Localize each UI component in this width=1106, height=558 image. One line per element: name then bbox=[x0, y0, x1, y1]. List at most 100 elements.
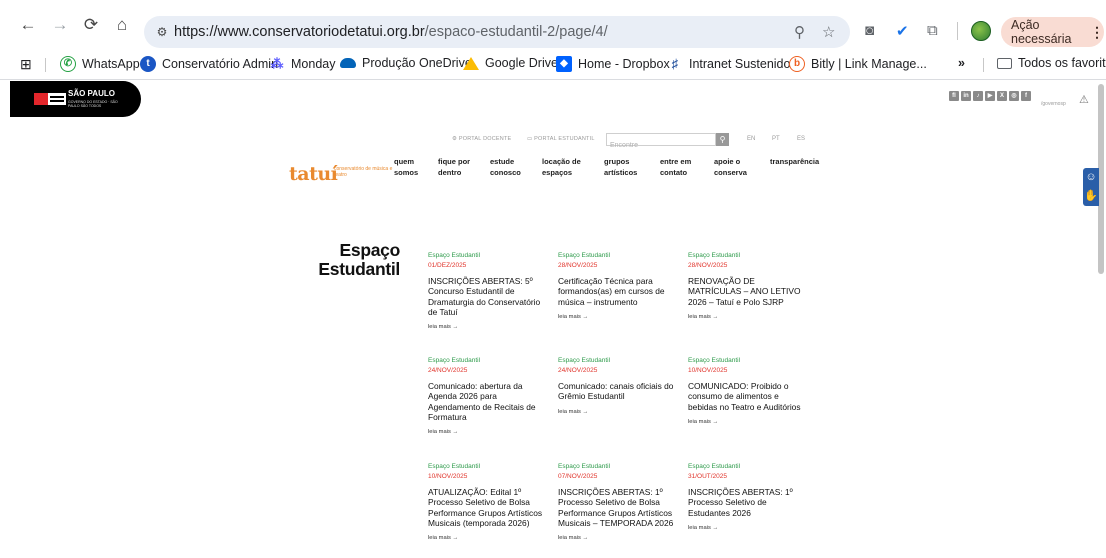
dropbox-icon: ◆ bbox=[556, 56, 572, 72]
post-category[interactable]: Espaço Estudantil bbox=[428, 252, 550, 260]
nav-locacao-de-espacos[interactable]: locação de espaços bbox=[542, 157, 581, 178]
bookmark-star-icon[interactable]: ☆ bbox=[822, 23, 835, 41]
read-more-link[interactable]: leia mais → bbox=[428, 324, 550, 330]
portal-estudantil-label: PORTAL ESTUDANTIL bbox=[534, 136, 595, 142]
portal-docente-link[interactable]: ⚙ PORTAL DOCENTE bbox=[452, 136, 511, 142]
zoom-icon[interactable]: ⚲ bbox=[794, 23, 805, 41]
post-card: Espaço Estudantil 28/NOV/2025 RENOVAÇÃO … bbox=[688, 252, 810, 320]
post-title[interactable]: RENOVAÇÃO DE MATRÍCULAS – ANO LETIVO 202… bbox=[688, 276, 810, 307]
nav-estude-conosco[interactable]: estude conosco bbox=[490, 157, 521, 178]
bookmark-label: WhatsApp bbox=[82, 57, 140, 71]
language-pt[interactable]: PT bbox=[772, 136, 780, 142]
post-category[interactable]: Espaço Estudantil bbox=[428, 463, 550, 471]
home-icon[interactable]: ⌂ bbox=[112, 14, 132, 34]
sp-logo-title: SÃO PAULO bbox=[68, 89, 115, 98]
all-favorites-folder[interactable]: Todos os favoritos bbox=[997, 56, 1106, 70]
post-title[interactable]: Comunicado: canais oficiais do Grêmio Es… bbox=[558, 381, 680, 402]
nav-fique-por-dentro[interactable]: fique por dentro bbox=[438, 157, 470, 178]
post-title[interactable]: Comunicado: abertura da Agenda 2026 para… bbox=[428, 381, 550, 422]
bookmarks-separator bbox=[983, 58, 984, 72]
more-bookmarks-button[interactable]: » bbox=[958, 56, 965, 70]
read-more-link[interactable]: leia mais → bbox=[688, 525, 810, 531]
social-handle: /governosp bbox=[1041, 101, 1066, 107]
portal-estudantil-link[interactable]: ▭ PORTAL ESTUDANTIL bbox=[527, 136, 595, 142]
flickr-icon[interactable]: fl bbox=[949, 91, 959, 101]
tatui-logo-subtitle: conservatório de música e teatro bbox=[334, 166, 393, 178]
sao-paulo-government-logo[interactable]: SÃO PAULO GOVERNO DO ESTADO · SÃO PAULO … bbox=[10, 81, 141, 117]
post-title[interactable]: INSCRIÇÕES ABERTAS: 1º Processo Seletivo… bbox=[558, 487, 680, 528]
post-category[interactable]: Espaço Estudantil bbox=[428, 357, 550, 365]
post-category[interactable]: Espaço Estudantil bbox=[688, 252, 810, 260]
post-category[interactable]: Espaço Estudantil bbox=[688, 463, 810, 471]
read-more-link[interactable]: leia mais → bbox=[558, 314, 680, 320]
back-arrow-icon[interactable]: ← bbox=[18, 14, 38, 34]
tatui-logo[interactable]: tatuí bbox=[289, 163, 338, 185]
bookmark-dropbox[interactable]: ◆ Home - Dropbox bbox=[556, 56, 670, 72]
post-card: Espaço Estudantil 31/OUT/2025 INSCRIÇÕES… bbox=[688, 463, 810, 531]
bookmark-label: Google Drive bbox=[485, 56, 558, 70]
bookmark-monday[interactable]: ⁂ Monday bbox=[269, 56, 336, 72]
language-en[interactable]: EN bbox=[747, 136, 755, 142]
nav-entre-em-contato[interactable]: entre em contato bbox=[660, 157, 691, 178]
x-icon[interactable]: X bbox=[997, 91, 1007, 101]
read-more-link[interactable]: leia mais → bbox=[428, 535, 550, 541]
checkmark-extension-icon[interactable]: ✔ bbox=[896, 22, 909, 40]
url-host: https://www.conservatoriodetatui.org.br bbox=[174, 24, 425, 40]
extensions-puzzle-icon[interactable]: ⧉ bbox=[927, 22, 938, 39]
ct-icon: t bbox=[140, 56, 156, 72]
post-date: 10/NOV/2025 bbox=[428, 473, 468, 480]
sign-language-icon[interactable]: ✋ bbox=[1083, 187, 1099, 206]
all-favorites-label: Todos os favoritos bbox=[1018, 56, 1106, 70]
linkedin-icon[interactable]: in bbox=[961, 91, 971, 101]
bookmark-conservatorio-admin[interactable]: t Conservatório Admin bbox=[140, 56, 278, 72]
tiktok-icon[interactable]: ♪ bbox=[973, 91, 983, 101]
action-needed-button[interactable]: Ação necessária ⋮ bbox=[1001, 17, 1104, 47]
profile-avatar-icon[interactable] bbox=[971, 21, 991, 41]
post-category[interactable]: Espaço Estudantil bbox=[558, 357, 680, 365]
bookmark-intranet-sustenidos[interactable]: ♯ Intranet Sustenidos bbox=[667, 56, 797, 72]
toolbar-separator bbox=[957, 22, 958, 40]
accessibility-person-icon[interactable]: ☺ bbox=[1083, 168, 1099, 187]
post-title[interactable]: Certificação Técnica para formandos(as) … bbox=[558, 276, 680, 307]
post-category[interactable]: Espaço Estudantil bbox=[688, 357, 810, 365]
bookmark-google-drive[interactable]: Google Drive bbox=[463, 56, 558, 70]
post-title[interactable]: INSCRIÇÕES ABERTAS: 1º Processo Seletivo… bbox=[688, 487, 810, 518]
post-title[interactable]: COMUNICADO: Proibido o consumo de alimen… bbox=[688, 381, 810, 412]
instagram-icon[interactable]: ◎ bbox=[1009, 91, 1019, 101]
apps-grid-icon[interactable]: ⊞ bbox=[20, 56, 32, 73]
address-bar[interactable]: ⚙ https://www.conservatoriodetatui.org.b… bbox=[144, 16, 850, 48]
site-info-icon[interactable]: ⚙ bbox=[152, 23, 172, 41]
post-category[interactable]: Espaço Estudantil bbox=[558, 252, 680, 260]
search-icon[interactable]: ⚲ bbox=[716, 133, 729, 146]
post-card: Espaço Estudantil 10/NOV/2025 COMUNICADO… bbox=[688, 357, 810, 425]
site-search-input[interactable] bbox=[607, 140, 715, 151]
facebook-icon[interactable]: f bbox=[1021, 91, 1031, 101]
post-date: 07/NOV/2025 bbox=[558, 473, 598, 480]
read-more-link[interactable]: leia mais → bbox=[428, 429, 550, 435]
bitly-icon: b bbox=[789, 56, 805, 72]
forward-arrow-icon[interactable]: → bbox=[50, 14, 70, 34]
post-category[interactable]: Espaço Estudantil bbox=[558, 463, 680, 471]
url-text[interactable]: https://www.conservatoriodetatui.org.br/… bbox=[174, 24, 608, 40]
bookmark-onedrive[interactable]: Produção OneDrive bbox=[340, 56, 472, 70]
language-es[interactable]: ES bbox=[797, 136, 805, 142]
reload-icon[interactable]: ⟳ bbox=[81, 14, 101, 34]
read-more-link[interactable]: leia mais → bbox=[688, 419, 810, 425]
post-title[interactable]: INSCRIÇÕES ABERTAS: 5º Concurso Estudant… bbox=[428, 276, 550, 317]
nav-quem-somos[interactable]: quem somos bbox=[394, 157, 418, 178]
site-search-field[interactable] bbox=[606, 133, 716, 151]
bookmark-bitly[interactable]: b Bitly | Link Manage... bbox=[789, 56, 927, 72]
accessibility-widget[interactable]: ☺ ✋ bbox=[1083, 168, 1099, 206]
browser-toolbar: ← → ⟳ ⌂ ⚙ https://www.conservatoriodetat… bbox=[0, 0, 1106, 48]
nav-transparencia[interactable]: transparência bbox=[770, 157, 819, 168]
post-title[interactable]: ATUALIZAÇÃO: Edital 1º Processo Seletivo… bbox=[428, 487, 550, 528]
read-more-link[interactable]: leia mais → bbox=[558, 409, 680, 415]
read-more-link[interactable]: leia mais → bbox=[558, 535, 680, 541]
youtube-icon[interactable]: ▶ bbox=[985, 91, 995, 101]
bookmark-whatsapp[interactable]: ✆ WhatsApp bbox=[60, 56, 140, 72]
camera-extension-icon[interactable]: ◙ bbox=[865, 22, 874, 39]
nav-grupos-artisticos[interactable]: grupos artísticos bbox=[604, 157, 637, 178]
warning-icon[interactable]: ⚠ bbox=[1079, 93, 1089, 106]
nav-apoie-o-conserva[interactable]: apoie o conserva bbox=[714, 157, 747, 178]
read-more-link[interactable]: leia mais → bbox=[688, 314, 810, 320]
